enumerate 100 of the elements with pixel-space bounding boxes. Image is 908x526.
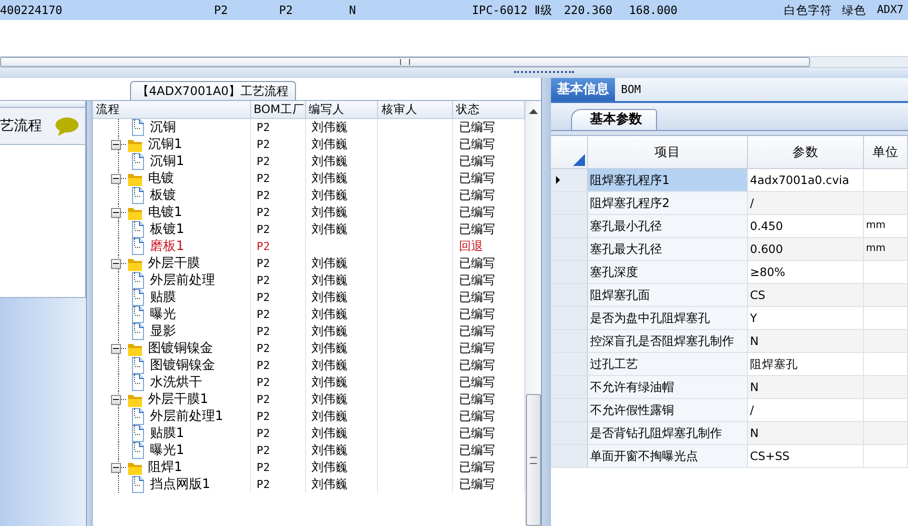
table-cell: P2 [250,238,306,255]
tree-node-label[interactable]: 外层干膜1 [148,391,208,408]
table-cell: P2 [250,323,306,340]
table-cell: P2 [250,221,306,238]
table-cell: P2 [250,187,306,204]
sidebar-item[interactable]: 艺流程 [0,107,86,145]
table-cell[interactable]: 阻焊塞孔程序1 [588,169,748,191]
table-cell: 刘伟巍 [306,357,378,374]
table-cell[interactable]: 不允许有绿油帽 [588,376,748,398]
table-cell[interactable]: 阻焊塞孔程序2 [588,192,748,214]
table-cell: 刘伟巍 [306,153,378,170]
column-header[interactable]: 流程 [93,101,251,118]
column-header[interactable]: 参数 [748,136,864,168]
tree-node-label[interactable]: 磨板1 [150,238,184,255]
table-cell[interactable]: 控深盲孔是否阻焊塞孔制作 [588,330,748,352]
table-cell: P2 [250,442,306,459]
table-cell[interactable]: 阻焊塞孔 [748,353,864,375]
table-cell: P2 [250,476,306,493]
tree-node-label[interactable]: 曝光 [150,306,176,323]
tab[interactable]: 基本参数 [571,109,657,130]
table-cell[interactable]: N [748,376,864,398]
tree-node-label[interactable]: 电镀 [148,170,174,187]
table-cell[interactable]: 不允许假性露铜 [588,399,748,421]
table-cell: P2 [250,374,306,391]
tree-node-label[interactable]: 显影 [150,323,176,340]
table-cell: 刘伟巍 [306,187,378,204]
tree-node-label[interactable]: 板镀 [150,187,176,204]
tree-node-label[interactable]: 曝光1 [150,442,184,459]
table-cell-text: 220.360 [563,2,614,19]
tree-node-label[interactable]: 水洗烘干 [150,374,202,391]
table-cell[interactable]: ≥80% [748,261,864,283]
table-cell[interactable]: / [748,399,864,421]
table-cell-text: 白色字符 [783,2,833,19]
tree-node-label[interactable]: 图镀铜镍金 [148,340,213,357]
table-cell[interactable]: 4adx7001a0.cvia [748,169,864,191]
tab[interactable]: BOM [615,78,647,101]
table-cell[interactable]: N [748,330,864,352]
tree-node-label[interactable]: 沉铜 [150,119,176,136]
table-cell[interactable]: 塞孔最小孔径 [588,215,748,237]
table-cell: P2 [250,425,306,442]
tree-node-label[interactable]: 阻焊1 [148,459,182,476]
table-cell[interactable]: 单面开窗不掏曝光点 [588,445,748,467]
column-header[interactable]: BOM工厂 [250,101,306,118]
table-cell[interactable]: 0.600 [748,238,864,260]
tree-node-label[interactable]: 贴膜1 [150,425,184,442]
table-cell: P2 [250,289,306,306]
column-header[interactable]: 单位 [864,136,908,168]
table-cell[interactable]: mm [864,215,908,237]
column-header[interactable]: 编写人 [306,101,378,118]
tree-node-label[interactable]: 挡点网版1 [150,476,210,493]
table-cell-text: P2 [213,2,229,19]
column-header[interactable]: 项目 [588,136,748,168]
table-cell: P2 [250,204,306,221]
table-cell: P2 [250,170,306,187]
tree-node-label[interactable]: 电镀1 [148,204,182,221]
table-cell-text: IPC-6012 Ⅱ级 [471,2,554,19]
table-cell[interactable]: 阻焊塞孔面 [588,284,748,306]
table-cell[interactable]: 塞孔深度 [588,261,748,283]
column-header[interactable]: 核审人 [378,101,454,118]
panel-title: 【4ADX7001A0】工艺流程 [130,81,296,100]
tree-node-label[interactable]: 板镀1 [150,221,184,238]
table-cell[interactable]: 塞孔最大孔径 [588,238,748,260]
tree-node-label[interactable]: 外层干膜 [148,255,200,272]
table-cell: P2 [250,272,306,289]
table-cell-text: N [348,2,357,19]
table-cell: 刘伟巍 [306,136,378,153]
sidebar-item-label: 艺流程 [0,117,42,135]
table-cell-text: 绿色 [841,2,867,19]
table-cell: 刘伟巍 [306,408,378,425]
table-cell: P2 [250,340,306,357]
table-row[interactable]: 400224170 P2 P2 N IPC-6012 Ⅱ级 220.360 168.000 白色字符 绿色 ADX7 [0,0,908,20]
table-cell[interactable]: 是否背钻孔阻焊塞孔制作 [588,422,748,444]
table-cell: P2 [250,459,306,476]
table-cell: P2 [250,391,306,408]
table-cell[interactable]: / [748,192,864,214]
table-cell[interactable]: Y [748,307,864,329]
table-cell-text: ADX7 [876,2,904,18]
table-cell: 刘伟巍 [306,221,378,238]
table-cell-text: P2 [278,2,294,19]
table-cell[interactable]: 是否为盘中孔阻焊塞孔 [588,307,748,329]
tree-node-label[interactable]: 外层前处理 [150,272,215,289]
table-cell[interactable]: N [748,422,864,444]
table-cell[interactable]: 0.450 [748,215,864,237]
tree-node-label[interactable]: 图镀铜镍金 [150,357,215,374]
table-cell[interactable]: 过孔工艺 [588,353,748,375]
table-cell: 刘伟巍 [306,391,378,408]
table-cell[interactable]: CS [748,284,864,306]
tab[interactable]: 基本信息 [551,78,615,101]
table-cell: 刘伟巍 [306,119,378,136]
table-cell: P2 [250,357,306,374]
table-cell: 刘伟巍 [306,170,378,187]
table-cell: 刘伟巍 [306,374,378,391]
tree-node-label[interactable]: 沉铜1 [150,153,184,170]
table-cell: P2 [250,408,306,425]
tree-node-label[interactable]: 外层前处理1 [150,408,224,425]
table-cell[interactable]: CS+SS [748,445,864,467]
tree-node-label[interactable]: 贴膜 [150,289,176,306]
table-cell[interactable]: mm [864,238,908,260]
table-cell: 刘伟巍 [306,289,378,306]
tree-node-label[interactable]: 沉铜1 [148,136,182,153]
